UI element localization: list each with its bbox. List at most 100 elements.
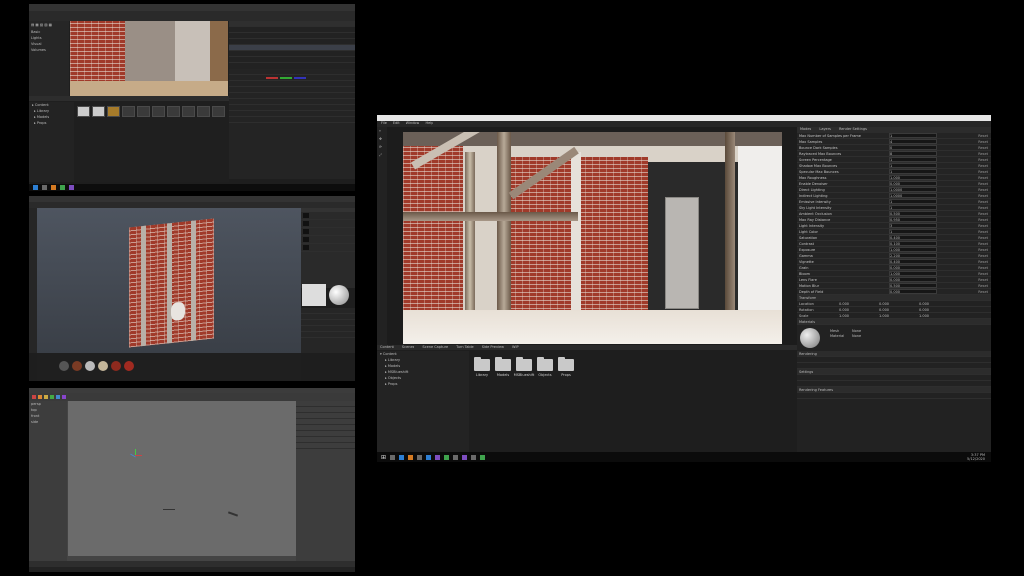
tab-turn-table[interactable]: Turn Table [456, 345, 474, 350]
rotation-y[interactable]: 0.000 [879, 308, 919, 312]
reset-button[interactable]: Reset [978, 146, 988, 150]
maya-viewport[interactable] [68, 401, 296, 556]
property-value[interactable]: 0 [889, 145, 937, 150]
reset-button[interactable]: Reset [978, 140, 988, 144]
reset-button[interactable]: Reset [978, 266, 988, 270]
tab-scenes[interactable]: Scenes [402, 345, 415, 350]
location-y[interactable]: 0.000 [879, 302, 919, 306]
reset-button[interactable]: Reset [978, 212, 988, 216]
reset-button[interactable]: Reset [978, 170, 988, 174]
viewport-small[interactable] [70, 21, 228, 96]
menu-edit[interactable]: Edit [393, 121, 400, 127]
reset-button[interactable]: Reset [978, 230, 988, 234]
property-value[interactable]: 0.000 [889, 265, 937, 270]
reset-button[interactable]: Reset [978, 200, 988, 204]
folder-models[interactable]: Models [494, 357, 512, 377]
reset-button[interactable]: Reset [978, 248, 988, 252]
app-icon[interactable] [453, 454, 459, 460]
mesh-value[interactable]: None [852, 329, 861, 333]
reset-button[interactable]: Reset [978, 278, 988, 282]
main-viewport[interactable] [403, 132, 782, 344]
tab-layers[interactable]: Layers [819, 127, 831, 133]
reset-button[interactable]: Reset [978, 218, 988, 222]
menu-window[interactable]: Window [406, 121, 420, 127]
folder-objects[interactable]: Objects [536, 357, 554, 377]
scale-x[interactable]: 1.000 [839, 314, 879, 318]
app-icon[interactable] [444, 454, 450, 460]
property-value[interactable]: 0.000 [889, 181, 937, 186]
location-z[interactable]: 0.000 [919, 302, 959, 306]
app-icon[interactable] [480, 454, 486, 460]
reset-button[interactable]: Reset [978, 260, 988, 264]
tab-wip[interactable]: WIP [512, 345, 519, 350]
material-value[interactable]: None [852, 334, 861, 338]
tab-content[interactable]: Content [380, 345, 394, 350]
menu-help[interactable]: Help [425, 121, 433, 127]
reset-button[interactable]: Reset [978, 236, 988, 240]
reset-button[interactable]: Reset [978, 182, 988, 186]
reset-button[interactable]: Reset [978, 290, 988, 294]
reset-button[interactable]: Reset [978, 194, 988, 198]
app-icon[interactable] [417, 454, 423, 460]
app-icon[interactable] [435, 454, 441, 460]
property-label: Grain [799, 265, 809, 270]
reset-button[interactable]: Reset [978, 242, 988, 246]
property-value[interactable]: 0.950 [889, 217, 937, 222]
tab-scene-capture[interactable]: Scene Capture [422, 345, 448, 350]
property-value[interactable]: 3 [889, 223, 937, 228]
property-value[interactable]: 1.000 [889, 271, 937, 276]
windows-start-icon[interactable]: ⊞ [381, 454, 386, 461]
property-value[interactable]: 0.000 [889, 289, 937, 294]
tab-render-settings[interactable]: Render Settings [839, 127, 867, 133]
property-value[interactable]: 0.000 [889, 277, 937, 282]
tab-modes[interactable]: Modes [800, 127, 811, 133]
property-value[interactable]: 1 [889, 169, 937, 174]
property-value[interactable]: 0.400 [889, 259, 937, 264]
property-value[interactable]: 1.0000 [889, 187, 937, 192]
scale-z[interactable]: 1.000 [919, 314, 959, 318]
property-value[interactable]: 1 [889, 133, 937, 138]
property-value[interactable]: 0.400 [889, 235, 937, 240]
reset-button[interactable]: Reset [978, 152, 988, 156]
reset-button[interactable]: Reset [978, 224, 988, 228]
property-value[interactable]: 1 [889, 163, 937, 168]
property-value[interactable]: 1 [889, 199, 937, 204]
property-value[interactable]: 1 [889, 205, 937, 210]
rotation-x[interactable]: 0.000 [839, 308, 879, 312]
folder-props[interactable]: Props [557, 357, 575, 377]
property-value[interactable]: 1.000 [889, 247, 937, 252]
reset-button[interactable]: Reset [978, 254, 988, 258]
reset-button[interactable]: Reset [978, 164, 988, 168]
property-value[interactable]: 0.100 [889, 241, 937, 246]
property-value[interactable]: 1.0000 [889, 193, 937, 198]
property-value[interactable]: 1 [889, 157, 937, 162]
reset-button[interactable]: Reset [978, 188, 988, 192]
app-icon[interactable] [462, 454, 468, 460]
tab-side-preview[interactable]: Side Preview [482, 345, 504, 350]
reset-button[interactable]: Reset [978, 176, 988, 180]
property-value[interactable]: 4 [889, 139, 937, 144]
material-thumbnail[interactable] [800, 328, 820, 348]
search-icon[interactable] [390, 454, 396, 460]
folder-msblueshift[interactable]: MSBlueshift [514, 357, 534, 377]
property-value[interactable]: 8 [889, 151, 937, 156]
reset-button[interactable]: Reset [978, 284, 988, 288]
rotation-z[interactable]: 0.000 [919, 308, 959, 312]
reset-button[interactable]: Reset [978, 134, 988, 138]
reset-button[interactable]: Reset [978, 272, 988, 276]
property-value[interactable]: 1.000 [889, 175, 937, 180]
app-icon[interactable] [408, 454, 414, 460]
scale-y[interactable]: 1.000 [879, 314, 919, 318]
app-icon[interactable] [471, 454, 477, 460]
property-value[interactable]: 1 [889, 229, 937, 234]
app-icon[interactable] [426, 454, 432, 460]
property-value[interactable]: 2.200 [889, 253, 937, 258]
reset-button[interactable]: Reset [978, 206, 988, 210]
property-value[interactable]: 0.500 [889, 211, 937, 216]
app-icon[interactable] [399, 454, 405, 460]
substance-viewport[interactable] [37, 208, 301, 353]
folder-library[interactable]: Library [473, 357, 491, 377]
location-x[interactable]: 0.000 [839, 302, 879, 306]
reset-button[interactable]: Reset [978, 158, 988, 162]
property-value[interactable]: 0.500 [889, 283, 937, 288]
